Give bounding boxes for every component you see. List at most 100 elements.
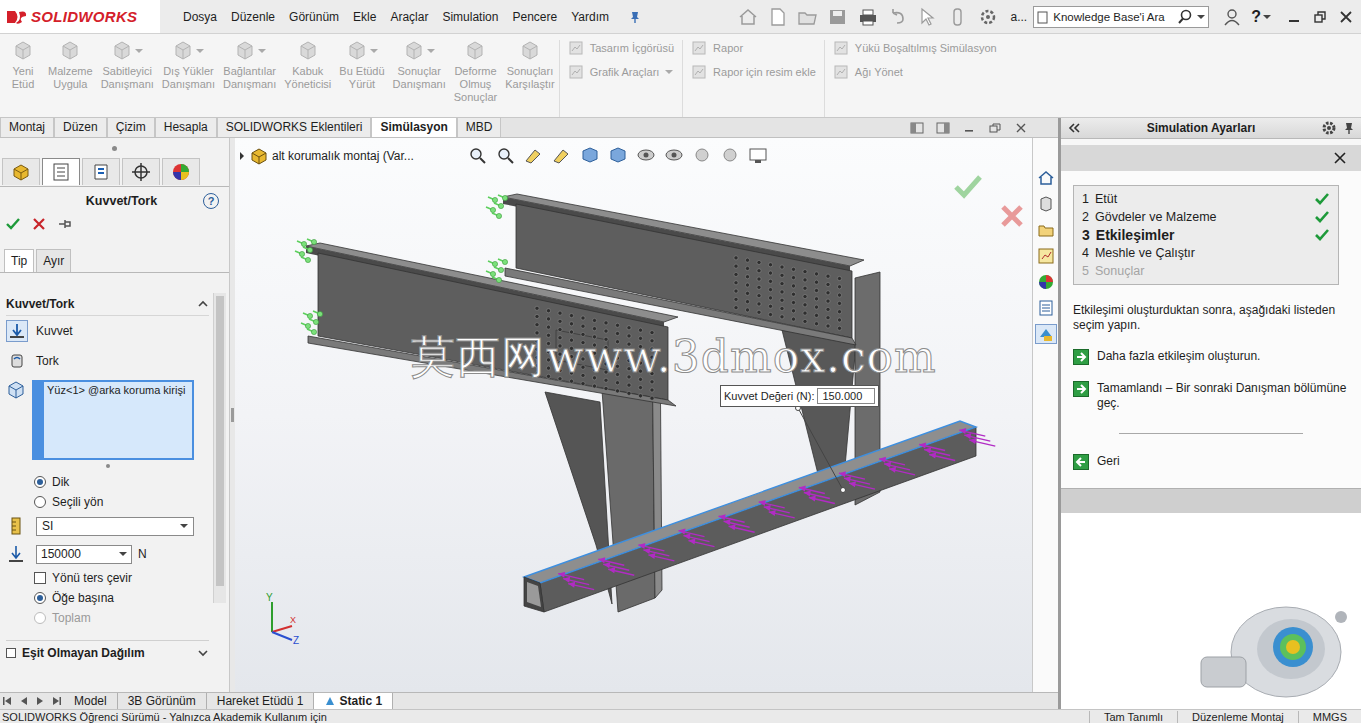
view-tool-icon[interactable]	[635, 146, 657, 164]
model-tab[interactable]: 3B Görünüm	[118, 693, 207, 709]
gear-icon[interactable]	[1321, 120, 1337, 136]
task-pane-tab[interactable]	[1035, 298, 1057, 318]
ribbon-button[interactable]: Tasarım İçgörüsü	[568, 40, 674, 56]
tab-scroll-arrow-icon[interactable]	[0, 694, 16, 708]
view-tool-icon[interactable]	[467, 146, 489, 164]
advisor-step[interactable]: 4 Meshle ve Çalıştır	[1082, 244, 1330, 262]
direction-radio[interactable]: Seçili yön	[6, 492, 209, 512]
toolbar-icon[interactable]	[887, 7, 909, 27]
pin-icon[interactable]	[628, 10, 642, 24]
advisor-link[interactable]: Daha fazla etkileşim oluşturun.	[1073, 349, 1349, 365]
menu-item[interactable]: Ekle	[346, 10, 383, 24]
tab-scroll-arrow-icon[interactable]	[32, 694, 48, 708]
search-scope-icon[interactable]	[1037, 10, 1049, 24]
model-tab[interactable]: Static 1	[314, 693, 393, 709]
command-tab[interactable]: MBD	[457, 117, 502, 137]
view-tool-icon[interactable]	[691, 146, 713, 164]
task-pane-tab[interactable]	[1035, 272, 1057, 292]
tab-scroll-arrow-icon[interactable]	[16, 694, 32, 708]
tile-left-icon[interactable]	[910, 122, 924, 134]
doc-minimize-icon[interactable]	[962, 122, 976, 134]
load-type-option[interactable]: Kuvvet	[6, 316, 209, 346]
ribbon-button[interactable]: SonuçlarDanışmanı	[389, 40, 450, 117]
tile-right-icon[interactable]	[936, 122, 950, 134]
ribbon-button[interactable]: DeformeOlmuşSonuçlar	[450, 40, 501, 117]
doc-close-icon[interactable]	[1014, 122, 1028, 134]
assembly-model[interactable]: YXZ	[235, 138, 1032, 692]
view-tool-icon[interactable]	[579, 146, 601, 164]
task-pane-tab[interactable]	[1035, 194, 1057, 214]
ok-check-icon[interactable]	[4, 215, 22, 233]
dropdown-arrow-icon[interactable]	[1197, 15, 1205, 19]
ribbon-button[interactable]: Ağı Yönet	[833, 64, 997, 80]
graphics-area[interactable]: YXZ alt korumalık montaj (Var... 莫西网www.…	[235, 138, 1032, 692]
collapse-chevron-icon[interactable]	[197, 299, 209, 309]
manager-tab[interactable]	[162, 158, 200, 185]
command-tab[interactable]: Simülasyon	[371, 117, 456, 137]
advisor-step[interactable]: 5 Sonuçlar	[1082, 262, 1330, 280]
load-type-option[interactable]: Tork	[6, 346, 209, 376]
pin-icon[interactable]	[1343, 121, 1355, 135]
toolbar-icon[interactable]	[947, 7, 969, 27]
reverse-direction-checkbox[interactable]: Yönü ters çevir	[6, 568, 209, 588]
view-tool-icon[interactable]	[719, 146, 741, 164]
status-field[interactable]: Tam Tanımlı	[1089, 711, 1177, 723]
close-icon[interactable]	[1339, 10, 1353, 24]
sub-tab[interactable]: Tip	[4, 249, 34, 272]
help-button[interactable]: ?	[203, 193, 219, 209]
menu-item[interactable]: Pencere	[505, 10, 564, 24]
task-pane-tab[interactable]	[1035, 246, 1057, 266]
ribbon-button[interactable]: MalzemeUygula	[44, 40, 97, 117]
force-value-callout[interactable]: Kuvvet Değeri (N): 150.000	[720, 385, 879, 407]
dropdown-arrow-icon[interactable]	[427, 49, 435, 53]
ribbon-button[interactable]: KabukYöneticisi	[280, 40, 335, 117]
ribbon-button[interactable]: SonuçlarıKarşılaştır	[501, 40, 559, 117]
command-tab[interactable]: Montaj	[0, 117, 54, 137]
view-tool-icon[interactable]	[551, 146, 573, 164]
dropdown-arrow-icon[interactable]	[258, 49, 266, 53]
menu-item[interactable]: Simulation	[435, 10, 505, 24]
toolbar-icon[interactable]	[857, 7, 879, 27]
status-field[interactable]: Düzenleme Montaj	[1177, 711, 1298, 723]
view-tool-icon[interactable]	[747, 146, 769, 164]
view-tool-icon[interactable]	[663, 146, 685, 164]
scrollbar[interactable]	[213, 293, 226, 603]
toolbar-icon[interactable]	[827, 7, 849, 27]
sub-tab[interactable]: Ayır	[36, 249, 71, 272]
panel-grip[interactable]	[0, 138, 229, 158]
toolbar-icon[interactable]	[977, 7, 999, 27]
section-header[interactable]: Eşit Olmayan Dağılım	[6, 640, 209, 662]
ribbon-button[interactable]: Grafik Araçları	[568, 64, 674, 80]
expand-arrow-icon[interactable]	[238, 151, 246, 161]
callout-input[interactable]: 150.000	[817, 388, 875, 404]
section-header[interactable]: Kuvvet/Tork	[6, 293, 209, 316]
minimize-icon[interactable]	[1287, 10, 1301, 24]
selected-entity[interactable]: Yüz<1> @arka koruma kirişi	[47, 384, 189, 397]
menu-item[interactable]: Araçlar	[383, 10, 435, 24]
close-icon[interactable]	[1333, 151, 1347, 165]
cancel-x-icon[interactable]	[30, 215, 48, 233]
keep-visible-pin-icon[interactable]	[56, 215, 74, 233]
distribution-radio[interactable]: Öğe başına	[6, 588, 209, 608]
view-tool-icon[interactable]	[607, 146, 629, 164]
force-value-input[interactable]: 150000	[36, 545, 132, 564]
collapse-left-icon[interactable]	[1067, 122, 1081, 134]
menu-item[interactable]: Yardım	[564, 10, 616, 24]
task-pane-tab[interactable]	[1035, 168, 1057, 188]
tab-scroll-arrow-icon[interactable]	[48, 694, 64, 708]
menu-item[interactable]: Düzenle	[224, 10, 282, 24]
search-field[interactable]: Knowledge Base'i Ara	[1033, 6, 1209, 28]
toolbar-icon[interactable]	[797, 7, 819, 27]
manager-tab[interactable]	[42, 158, 80, 185]
toolbar-icon[interactable]	[737, 7, 759, 27]
restore-icon[interactable]	[1313, 10, 1327, 24]
advisor-step[interactable]: 3 Etkileşimler	[1082, 226, 1330, 244]
manager-tab[interactable]	[2, 158, 40, 185]
doc-restore-icon[interactable]	[988, 122, 1002, 134]
unit-system-select[interactable]: SI	[36, 517, 194, 536]
command-tab[interactable]: SOLIDWORKS Eklentileri	[217, 117, 372, 137]
ribbon-button[interactable]: Dış YüklerDanışmanı	[158, 40, 219, 117]
command-tab[interactable]: Çizim	[107, 117, 155, 137]
user-name[interactable]: a...	[1011, 10, 1028, 24]
advisor-step[interactable]: 2 Gövdeler ve Malzeme	[1082, 208, 1330, 226]
